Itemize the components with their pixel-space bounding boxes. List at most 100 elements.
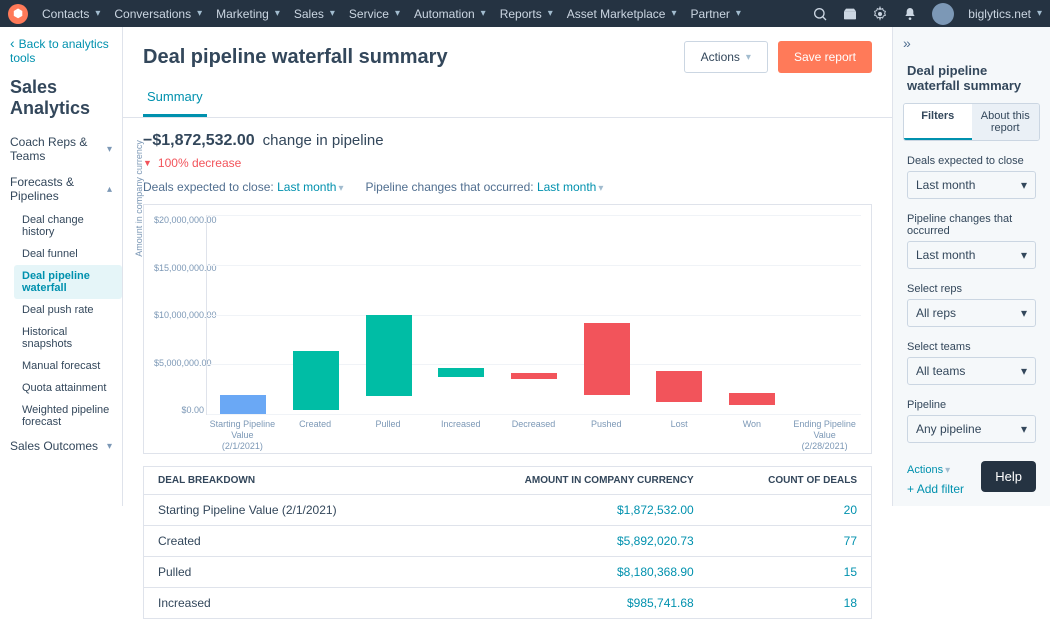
chevron-down-icon: ▾ bbox=[1021, 248, 1027, 262]
page-title: Deal pipeline waterfall summary bbox=[143, 46, 448, 69]
sidebar-item-deal-change-history[interactable]: Deal change history bbox=[14, 209, 122, 243]
table-header: COUNT OF DEALS bbox=[708, 467, 871, 495]
settings-gear-icon[interactable] bbox=[872, 6, 888, 22]
filter-occurred-value[interactable]: Last month bbox=[537, 180, 603, 194]
hubspot-logo-icon[interactable]: ⬢ bbox=[8, 4, 28, 24]
chevron-down-icon: ▾ bbox=[1021, 422, 1027, 436]
row-label: Starting Pipeline Value (2/1/2021) bbox=[144, 495, 432, 526]
filter-label: Select teams bbox=[907, 341, 1036, 353]
chart-x-tick: Increased bbox=[424, 415, 497, 451]
chart-bar[interactable] bbox=[656, 371, 702, 403]
sidebar-group-forecasts-pipelines[interactable]: Forecasts & Pipelines▴ bbox=[0, 169, 122, 209]
nav-item-asset-marketplace[interactable]: Asset Marketplace bbox=[567, 7, 677, 21]
nav-item-partner[interactable]: Partner bbox=[691, 7, 741, 21]
table-row: Starting Pipeline Value (2/1/2021) $1,872… bbox=[144, 495, 871, 526]
org-switcher[interactable]: biglytics.net bbox=[968, 7, 1042, 21]
breakdown-table: DEAL BREAKDOWNAMOUNT IN COMPANY CURRENCY… bbox=[143, 466, 872, 619]
nav-item-marketing[interactable]: Marketing bbox=[216, 7, 280, 21]
nav-item-sales[interactable]: Sales bbox=[294, 7, 335, 21]
chart-container: Amount in company currency $20,000,000.0… bbox=[143, 204, 872, 454]
marketplace-icon[interactable] bbox=[842, 6, 858, 22]
nav-item-automation[interactable]: Automation bbox=[414, 7, 486, 21]
nav-item-service[interactable]: Service bbox=[349, 7, 400, 21]
main-content: Deal pipeline waterfall summary Actions … bbox=[123, 27, 892, 506]
filter-close-value[interactable]: Last month bbox=[277, 180, 343, 194]
chart-bar[interactable] bbox=[511, 373, 557, 378]
kpi-label: change in pipeline bbox=[263, 132, 384, 149]
nav-item-contacts[interactable]: Contacts bbox=[42, 7, 100, 21]
row-count-link[interactable]: 20 bbox=[844, 503, 857, 517]
right-tab-about[interactable]: About this report bbox=[972, 104, 1040, 140]
chart-x-tick: Won bbox=[715, 415, 788, 451]
chart-bar[interactable] bbox=[438, 368, 484, 378]
row-amount-link[interactable]: $8,180,368.90 bbox=[617, 565, 694, 579]
main-tabs: Summary bbox=[123, 81, 892, 118]
chevron-down-icon: ▾ bbox=[107, 441, 112, 452]
nav-item-conversations[interactable]: Conversations bbox=[114, 7, 202, 21]
filter-select[interactable]: All teams▾ bbox=[907, 357, 1036, 385]
sidebar-item-deal-push-rate[interactable]: Deal push rate bbox=[14, 299, 122, 321]
filter-label: Pipeline bbox=[907, 399, 1036, 411]
sidebar-item-weighted-pipeline-forecast[interactable]: Weighted pipeline forecast bbox=[14, 399, 122, 433]
table-row: Created$5,892,020.7377 bbox=[144, 526, 871, 557]
sidebar-item-historical-snapshots[interactable]: Historical snapshots bbox=[14, 321, 122, 355]
row-label: Pulled bbox=[144, 557, 432, 588]
chart-y-axis: $20,000,000.00$15,000,000.00$10,000,000.… bbox=[154, 215, 204, 415]
actions-button[interactable]: Actions bbox=[684, 41, 768, 73]
filter-select[interactable]: Last month▾ bbox=[907, 171, 1036, 199]
notifications-bell-icon[interactable] bbox=[902, 6, 918, 22]
row-amount-link[interactable]: $5,892,020.73 bbox=[617, 534, 694, 548]
table-header: AMOUNT IN COMPANY CURRENCY bbox=[432, 467, 707, 495]
chevron-up-icon: ▴ bbox=[107, 184, 112, 195]
table-row: Increased $985,741.68 18 bbox=[144, 588, 871, 619]
filter-select[interactable]: All reps▾ bbox=[907, 299, 1036, 327]
nav-item-reports[interactable]: Reports bbox=[500, 7, 553, 21]
right-panel-title: Deal pipeline waterfall summary bbox=[893, 59, 1050, 103]
sidebar-group-coach-reps-teams[interactable]: Coach Reps & Teams▾ bbox=[0, 129, 122, 169]
right-tab-filters[interactable]: Filters bbox=[904, 104, 972, 140]
avatar[interactable] bbox=[932, 3, 954, 25]
filter-occurred-label: Pipeline changes that occurred: bbox=[366, 180, 534, 194]
filter-label: Pipeline changes that occurred bbox=[907, 213, 1036, 237]
chart-x-axis: Starting Pipeline Value(2/1/2021)Created… bbox=[206, 415, 861, 451]
row-label: Increased bbox=[144, 588, 432, 619]
filter-close-label: Deals expected to close: bbox=[143, 180, 274, 194]
sidebar-item-deal-funnel[interactable]: Deal funnel bbox=[14, 243, 122, 265]
chart-x-tick: Lost bbox=[643, 415, 716, 451]
chart-y-axis-label: Amount in company currency bbox=[134, 140, 144, 257]
sidebar-title: Sales Analytics bbox=[0, 73, 122, 129]
chart-bar[interactable] bbox=[293, 351, 339, 410]
save-report-button[interactable]: Save report bbox=[778, 41, 872, 73]
chevron-down-icon: ▾ bbox=[1021, 364, 1027, 378]
row-count-link[interactable]: 77 bbox=[844, 534, 857, 548]
chart-bar[interactable] bbox=[584, 323, 630, 395]
help-button[interactable]: Help bbox=[981, 461, 1036, 492]
chart-bar[interactable] bbox=[366, 315, 412, 396]
row-count-link[interactable]: 18 bbox=[844, 596, 857, 610]
chart-bar[interactable] bbox=[729, 393, 775, 406]
kpi-value: −$1,872,532.00 bbox=[143, 132, 255, 150]
chart-x-tick: Created bbox=[279, 415, 352, 451]
chart-bar[interactable] bbox=[220, 395, 266, 414]
back-link[interactable]: Back to analytics tools bbox=[0, 27, 122, 73]
sidebar-item-quota-attainment[interactable]: Quota attainment bbox=[14, 377, 122, 399]
chart-x-tick: Ending Pipeline Value(2/28/2021) bbox=[788, 415, 861, 451]
filter-select[interactable]: Last month▾ bbox=[907, 241, 1036, 269]
kpi-sublabel: 100% decrease bbox=[123, 156, 892, 180]
chevron-down-icon: ▾ bbox=[1021, 178, 1027, 192]
search-icon[interactable] bbox=[812, 6, 828, 22]
row-amount-link[interactable]: $985,741.68 bbox=[627, 596, 694, 610]
top-nav: ⬢ Contacts Conversations Marketing Sales Ser… bbox=[0, 0, 1050, 27]
sidebar-item-deal-pipeline-waterfall[interactable]: Deal pipeline waterfall bbox=[14, 265, 122, 299]
collapse-panel-icon[interactable] bbox=[893, 27, 1050, 59]
chart-x-tick: Starting Pipeline Value(2/1/2021) bbox=[206, 415, 279, 451]
sidebar-item-manual-forecast[interactable]: Manual forecast bbox=[14, 355, 122, 377]
left-sidebar: Back to analytics tools Sales Analytics … bbox=[0, 27, 123, 506]
sidebar-group-sales-outcomes[interactable]: Sales Outcomes▾ bbox=[0, 433, 122, 459]
table-row: Pulled $8,180,368.90 15 bbox=[144, 557, 871, 588]
row-count-link[interactable]: 15 bbox=[844, 565, 857, 579]
row-amount-link[interactable]: $1,872,532.00 bbox=[617, 503, 694, 517]
tab-summary[interactable]: Summary bbox=[143, 81, 207, 117]
filter-label: Select reps bbox=[907, 283, 1036, 295]
filter-select[interactable]: Any pipeline▾ bbox=[907, 415, 1036, 443]
